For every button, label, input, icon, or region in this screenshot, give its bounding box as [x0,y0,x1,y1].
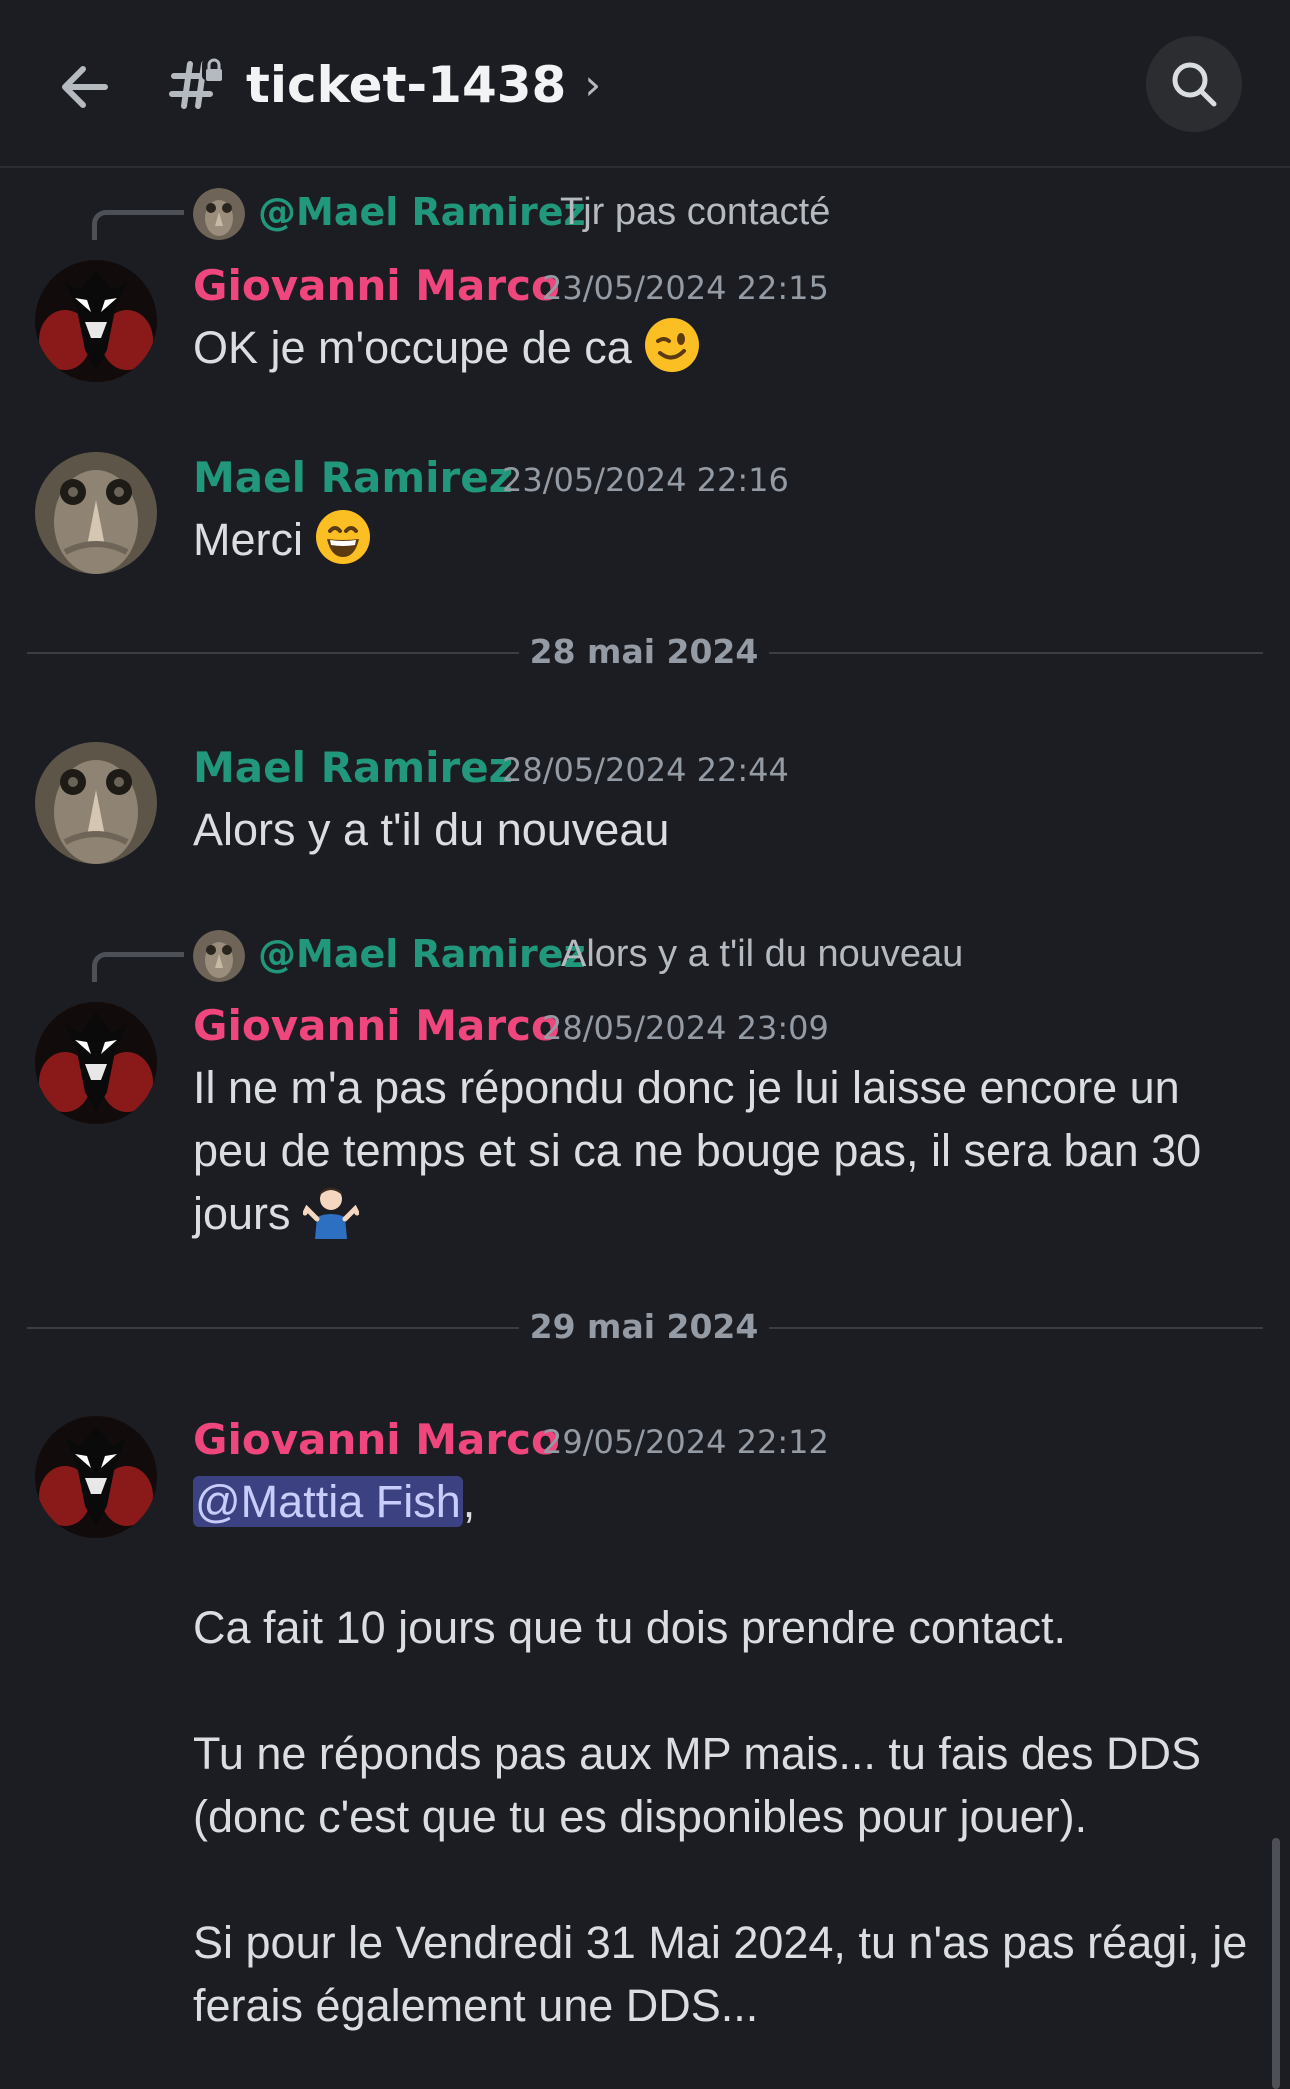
timestamp: 29/05/2024 22:12 [542,1423,829,1461]
channel-header: ticket-1438 › [0,0,1290,168]
channel-title[interactable]: ticket-1438 › [246,52,601,118]
reply-snippet: Alors y a t'il du nouveau [561,933,964,975]
reply-author: @Mael Ramirez [258,932,586,976]
chevron-right-icon: › [584,60,602,109]
author-name[interactable]: Giovanni Marco [193,1412,560,1468]
timestamp: 28/05/2024 22:44 [502,751,789,789]
grinning-face-emoji [316,510,370,564]
author-name[interactable]: Giovanni Marco [193,258,560,314]
date-label: 28 mai 2024 [529,632,759,671]
reply-snippet: Tjr pas contacté [560,191,831,233]
divider-line [27,1327,519,1329]
message-line: jours [193,1182,1253,1245]
message-text: Alors y a t'il du nouveau [193,804,670,855]
locked-hashtag-icon [169,58,224,109]
search-button[interactable] [1146,36,1242,132]
author-name[interactable]: Mael Ramirez [193,740,513,796]
message-line: Ca fait 10 jours que tu dois prendre con… [193,1602,1067,1653]
message-line: @Mattia Fish, [193,1470,1253,1533]
punctuation: , [462,1476,476,1527]
message-line: peu de temps et si ca ne bouge pas, il s… [193,1125,1202,1176]
date-divider: 29 mai 2024 [27,1307,1263,1347]
winking-face-emoji [644,318,699,372]
message-content: Merci [193,508,1253,571]
author-name[interactable]: Giovanni Marco [193,998,560,1054]
message-line: Tu ne réponds pas aux MP mais... tu fais… [193,1728,1201,1779]
message-line: Il ne m'a pas répondu donc je lui laisse… [193,1062,1180,1113]
message-line: ferais également une DDS... [193,1980,759,2031]
date-divider: 28 mai 2024 [27,632,1263,672]
divider-line [769,1327,1263,1329]
avatar[interactable] [35,260,157,382]
divider-line [769,652,1263,654]
reply-reference[interactable]: @Mael Ramirez Alors y a t'il du nouveau [0,922,1290,982]
channel-name: ticket-1438 [246,56,567,114]
message-content: @Mattia Fish, Ca fait 10 jours que tu do… [193,1470,1253,2037]
message-line: (donc c'est que tu es disponibles pour j… [193,1791,1088,1842]
message-text: OK je m'occupe de ca [193,322,632,373]
timestamp: 23/05/2024 22:16 [502,461,789,499]
search-icon [1172,62,1217,107]
message-text: jours [193,1188,291,1239]
message-content: Il ne m'a pas répondu donc je lui laisse… [193,1056,1253,1245]
avatar [193,188,245,240]
person-shrugging-emoji [302,1187,359,1239]
scrollbar[interactable] [1272,1838,1280,2089]
timestamp: 28/05/2024 23:09 [542,1009,829,1047]
message-text: Merci [193,514,303,565]
message-content: OK je m'occupe de ca [193,316,1253,379]
message-line: Si pour le Vendredi 31 Mai 2024, tu n'as… [193,1917,1248,1968]
avatar[interactable] [35,1416,157,1538]
date-label: 29 mai 2024 [529,1307,759,1346]
timestamp: 23/05/2024 22:15 [542,269,829,307]
avatar[interactable] [35,742,157,864]
arrow-left-icon [62,66,108,108]
avatar[interactable] [35,1002,157,1124]
avatar [193,930,245,982]
reply-connector [92,210,184,240]
divider-line [27,652,519,654]
back-button[interactable] [50,52,120,122]
author-name[interactable]: Mael Ramirez [193,450,513,506]
reply-author: @Mael Ramirez [258,190,586,234]
reply-connector [92,952,184,982]
user-mention[interactable]: @Mattia Fish [193,1476,463,1527]
reply-reference[interactable]: @Mael Ramirez Tjr pas contacté [0,180,1290,240]
avatar[interactable] [35,452,157,574]
